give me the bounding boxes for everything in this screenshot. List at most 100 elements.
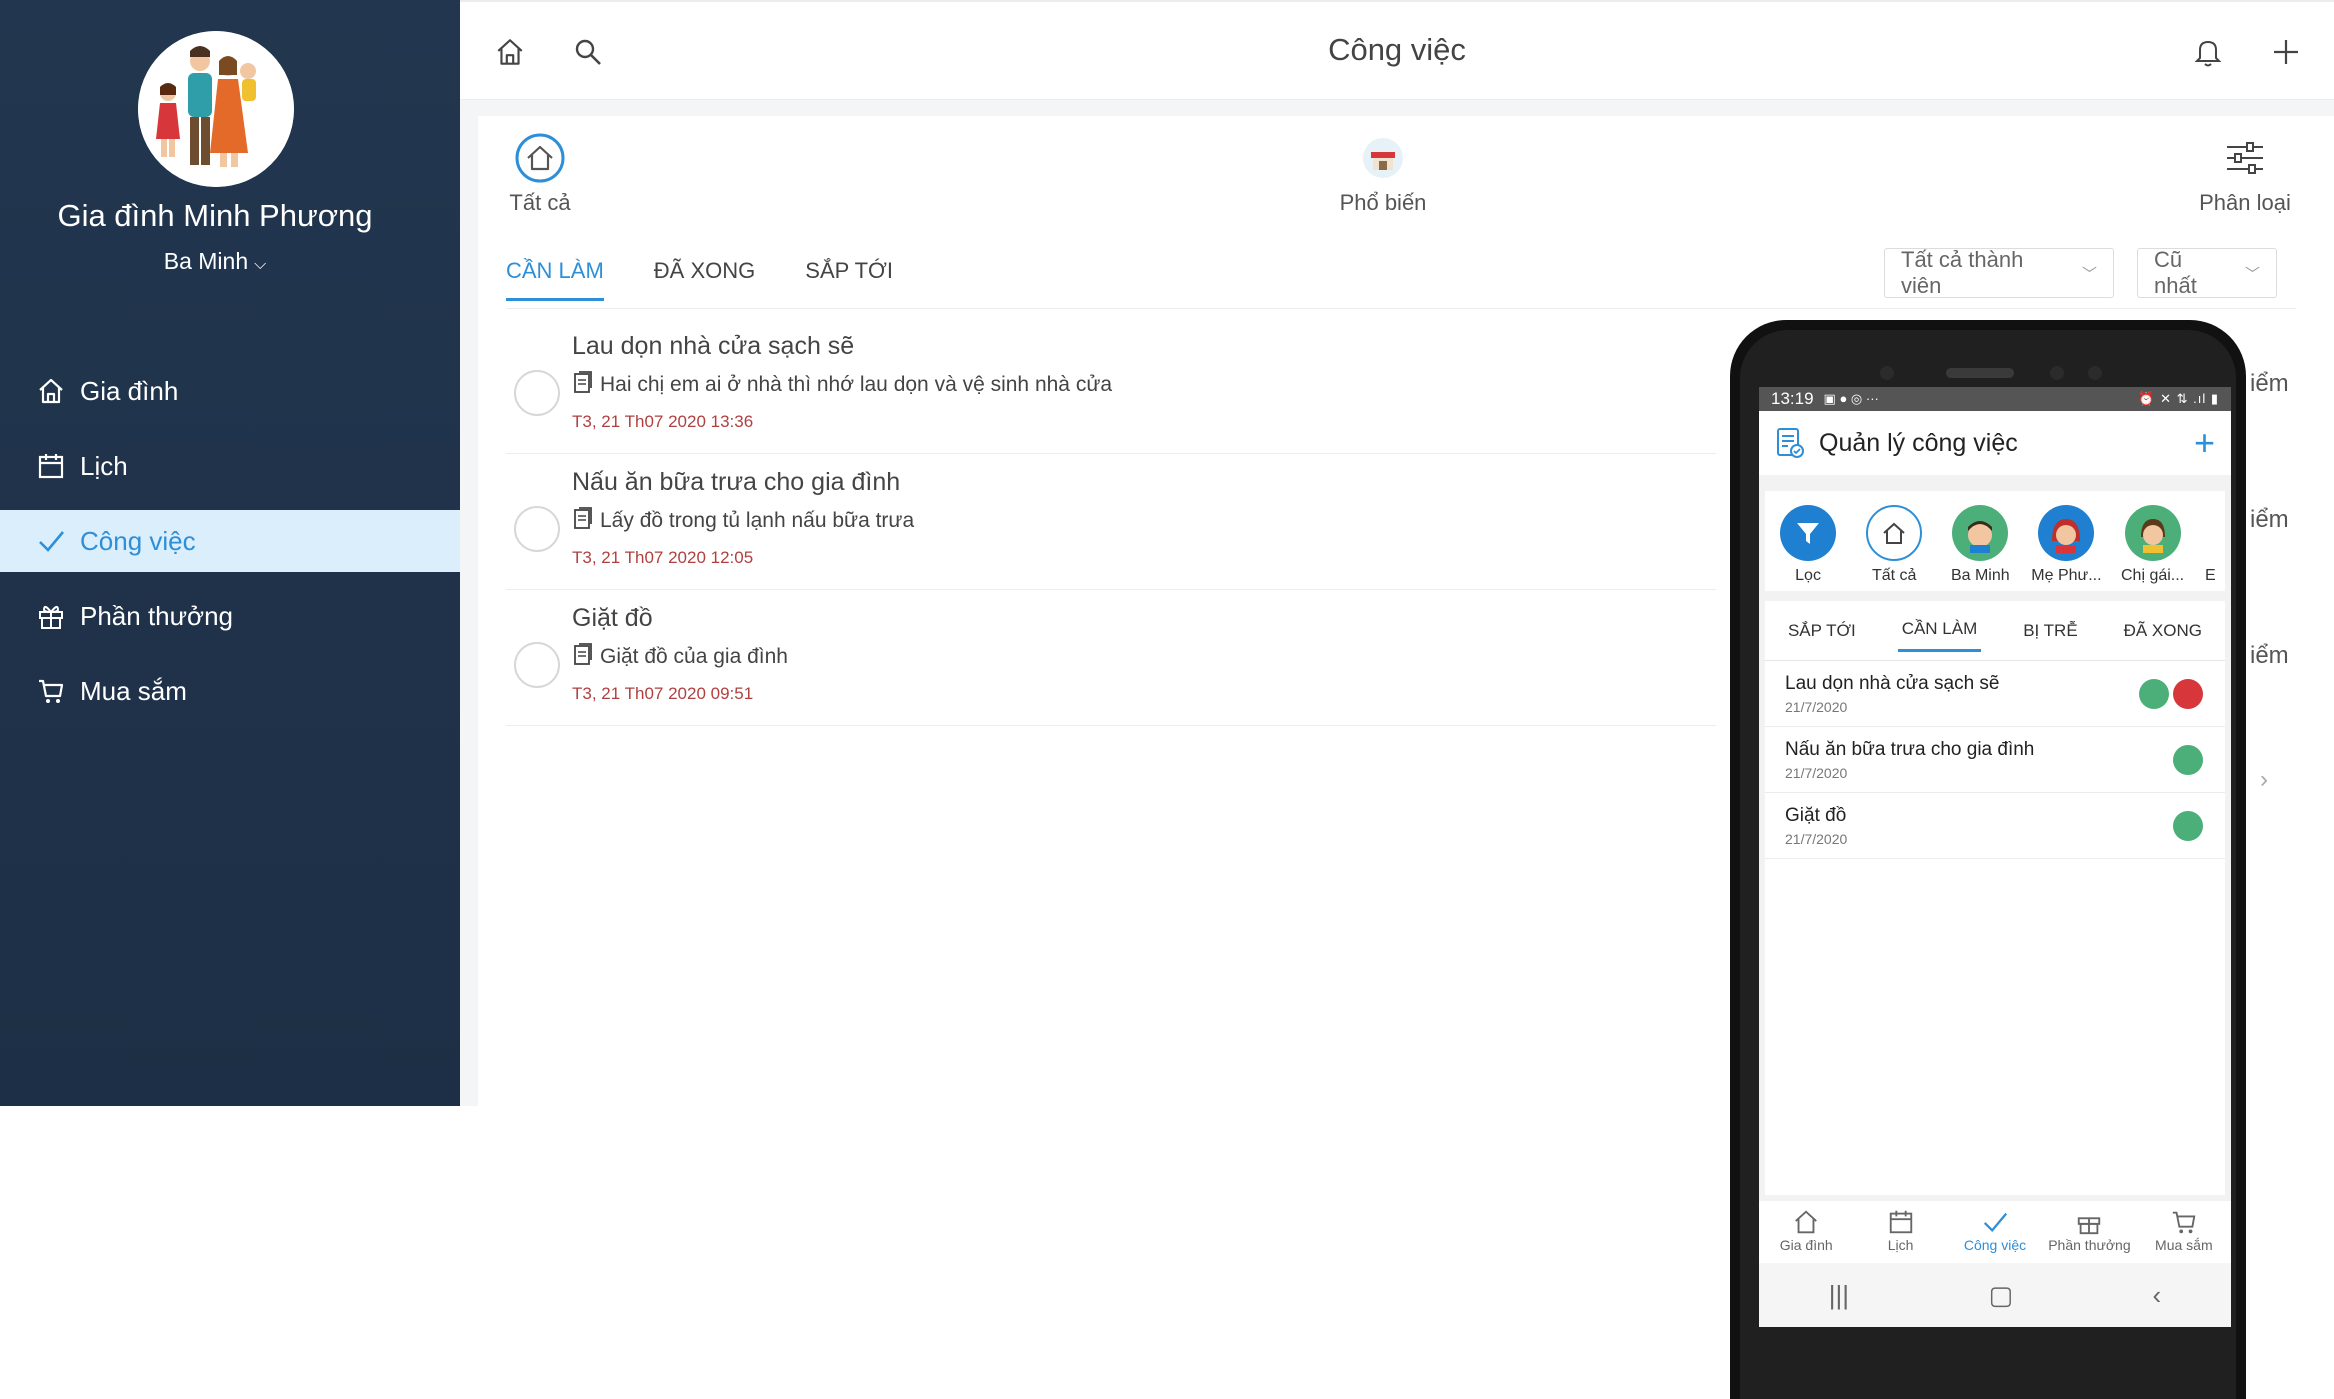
bottom-nav-calendar[interactable]: Lịch [1853,1201,1947,1263]
signal-icons: ⏰ ✕ ⇅ .ıl ▮ [2138,391,2219,406]
member-label: Lọc [1795,567,1821,584]
member-label: Ba Minh [1950,567,2010,584]
task-checkbox[interactable] [514,370,560,416]
bottom-nav-family[interactable]: Gia đình [1759,1201,1853,1263]
add-icon[interactable] [2266,32,2306,72]
calendar-icon [1853,1207,1947,1237]
back-icon[interactable]: ‹ [2153,1280,2162,1311]
points-label: iểm [2250,370,2289,397]
sidebar: Gia đình Minh Phương Ba Minh ⌵ Gia đình L… [0,0,460,1106]
tab-done[interactable]: ĐÃ XONG [2120,611,2206,651]
phone-tabs: SẮP TỚI CẦN LÀM BỊ TRỄ ĐÃ XONG [1765,601,2225,661]
member-filter-row: Lọc Tất cả Ba Minh Mẹ Phư... Chị gái... [1765,491,2225,591]
page-title: Công việc [1328,32,1466,67]
filter-classify[interactable]: Phân loại [2190,130,2300,216]
bottom-nav-rewards[interactable]: Phần thưởng [2042,1201,2136,1263]
bottom-nav-tasks[interactable]: Công việc [1948,1201,2042,1263]
sidebar-item-rewards[interactable]: Phần thưởng [0,585,460,647]
task-list-icon [1775,427,1805,459]
bottom-nav-shopping[interactable]: Mua sắm [2137,1201,2231,1263]
bell-icon[interactable] [2188,32,2228,72]
tab-todo[interactable]: CẦN LÀM [506,258,604,301]
tab-upcoming[interactable]: SẮP TỚI [805,258,893,301]
bottom-nav-label: Mua sắm [2155,1237,2213,1253]
bottom-nav-label: Lịch [1887,1237,1914,1253]
app-title: Quản lý công việc [1819,428,2018,457]
sensor-icon [2088,366,2102,380]
task-description-text: Hai chị em ai ở nhà thì nhớ lau dọn và v… [600,373,1113,396]
tab-upcoming[interactable]: SẮP TỚI [1784,611,1860,651]
user-name: Ba Minh [163,248,249,274]
sidebar-item-shopping[interactable]: Mua sắm [0,660,460,722]
sidebar-item-tasks[interactable]: Công việc [0,510,460,572]
task-checkbox[interactable] [514,506,560,552]
list-item-date: 21/7/2020 [1785,831,1848,847]
member-ba-minh[interactable]: Ba Minh [1937,505,2023,591]
phone-screen: 13:19 ▣ ● ◎ ··· ⏰ ✕ ⇅ .ıl ▮ Quản lý công… [1759,387,2231,1327]
filter-popular[interactable]: Phổ biến [1330,130,1436,216]
user-switch[interactable]: Ba Minh ⌵ [0,248,430,275]
chevron-right-icon[interactable]: › [2260,766,2268,794]
family-name: Gia đình Minh Phương [57,198,373,233]
document-icon [572,506,594,536]
member-select-value: Tất cả thành viên [1901,247,2024,298]
check-icon [1948,1207,2042,1237]
cart-icon [34,674,68,708]
sidebar-item-calendar[interactable]: Lịch [0,435,460,497]
family-avatar[interactable] [138,31,294,187]
task-checkbox[interactable] [514,642,560,688]
list-item-title: Nấu ăn bữa trưa cho gia đình [1785,739,2035,760]
task-description: Lấy đồ trong tủ lạnh nấu bữa trưa [572,506,914,536]
avatar [2173,745,2203,775]
task-description: Giặt đồ của gia đình [572,642,788,672]
sidebar-nav: Gia đình Lịch Công việc Phần thưởng Mua … [0,360,460,735]
member-all[interactable]: Tất cả [1851,505,1937,591]
list-item-title: Giặt đồ [1785,805,1847,826]
member-chi-gai[interactable]: Chị gái... [2110,505,2196,591]
list-item[interactable]: Lau dọn nhà cửa sạch sẽ 21/7/2020 [1765,661,2225,727]
gift-icon [2042,1207,2136,1237]
phone-bottom-nav: Gia đình Lịch Công việc Phần thưởng Mua … [1759,1201,2231,1263]
filter-all[interactable]: Tất cả [500,130,580,216]
filter-classify-label: Phân loại [2199,190,2291,215]
member-label: Mẹ Phư... [2031,567,2102,584]
gift-icon [34,599,68,633]
check-icon [34,524,68,558]
avatar [1952,505,2009,561]
tab-done[interactable]: ĐÃ XONG [654,258,755,301]
tab-late[interactable]: BỊ TRỄ [2019,611,2081,651]
points-label: iểm [2250,506,2289,533]
sidebar-item-family[interactable]: Gia đình [0,360,460,422]
phone-mockup: 13:19 ▣ ● ◎ ··· ⏰ ✕ ⇅ .ıl ▮ Quản lý công… [1716,320,2246,1399]
phone-frame: 13:19 ▣ ● ◎ ··· ⏰ ✕ ⇅ .ıl ▮ Quản lý công… [1730,320,2246,1399]
member-filter[interactable]: Lọc [1765,505,1851,591]
avatar [2139,679,2169,709]
task-row[interactable]: Lau dọn nhà cửa sạch sẽ Hai chị em ai ở … [506,318,1726,454]
task-description-text: Giặt đồ của gia đình [600,645,788,668]
member-more[interactable]: E [2196,505,2225,591]
chevron-down-icon: ⌵ [254,256,267,273]
sensor-icon [2050,366,2064,380]
list-item-date: 21/7/2020 [1785,765,1848,781]
status-time: 13:19 [1771,389,1814,408]
list-item[interactable]: Nấu ăn bữa trưa cho gia đình 21/7/2020 [1765,727,2225,793]
member-label: Chị gái... [2120,567,2185,584]
bottom-nav-label: Gia đình [1779,1237,1833,1253]
add-task-button[interactable]: + [2194,422,2215,464]
chevron-down-icon: ﹀ [2081,265,2097,283]
sort-select[interactable]: Cũ nhất ﹀ [2137,247,2277,298]
task-row[interactable]: Giặt đồ Giặt đồ của gia đình T3, 21 Th07… [506,590,1726,726]
member-me-phuong[interactable]: Mẹ Phư... [2023,505,2109,591]
tab-todo[interactable]: CẦN LÀM [1897,609,1982,652]
top-bar: Công việc [460,0,2334,100]
home-button-icon[interactable]: ▢ [1988,1280,2013,1311]
recent-apps-icon[interactable]: ||| [1829,1280,1849,1311]
phone-task-list: Lau dọn nhà cửa sạch sẽ 21/7/2020 Nấu ăn… [1765,661,2225,1195]
list-item[interactable]: Giặt đồ 21/7/2020 [1765,793,2225,859]
sliders-icon [2217,130,2273,186]
filter-all-label: Tất cả [509,190,571,215]
sidebar-item-label: Phần thưởng [80,600,234,631]
member-select[interactable]: Tất cả thành viên ﹀ [1884,247,2114,298]
home-icon [1759,1207,1853,1237]
task-row[interactable]: Nấu ăn bữa trưa cho gia đình Lấy đồ tron… [506,454,1726,590]
